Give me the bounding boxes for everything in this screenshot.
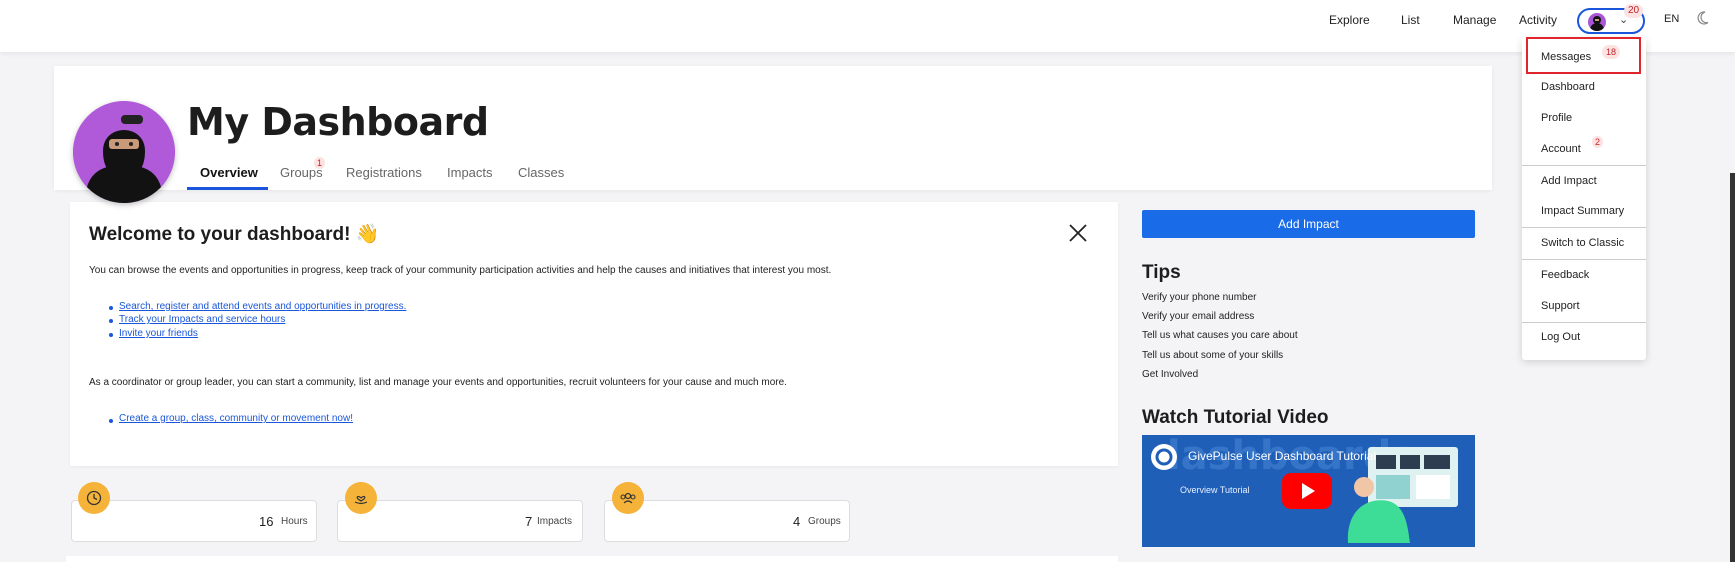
menu-item-dashboard[interactable]: Dashboard (1541, 81, 1595, 93)
tab-impacts[interactable]: Impacts (447, 165, 493, 180)
list-bullet (109, 419, 113, 423)
coordinator-text: As a coordinator or group leader, you ca… (89, 377, 787, 388)
stat-value: 7 (525, 514, 533, 529)
menu-divider (1522, 259, 1646, 260)
content-panel (66, 556, 1118, 562)
messages-highlight-box (1526, 37, 1641, 74)
welcome-title: Welcome to your dashboard! 👋 (89, 224, 380, 245)
language-selector[interactable]: EN (1664, 13, 1679, 25)
stat-value: 16 (259, 514, 274, 529)
page-title: My Dashboard (187, 100, 489, 144)
moon-icon[interactable] (1697, 10, 1713, 26)
tab-classes[interactable]: Classes (518, 165, 564, 180)
tip-item[interactable]: Tell us what causes you care about (1142, 330, 1298, 341)
tab-registrations[interactable]: Registrations (346, 165, 422, 180)
welcome-intro: You can browse the events and opportunit… (89, 265, 832, 276)
menu-item-support[interactable]: Support (1541, 300, 1580, 312)
video-subcaption: Overview Tutorial (1180, 485, 1250, 495)
create-group-link[interactable]: Create a group, class, community or move… (119, 413, 353, 424)
menu-item-logout[interactable]: Log Out (1541, 331, 1580, 343)
profile-avatar (73, 101, 175, 203)
channel-logo-icon (1151, 444, 1177, 470)
stat-value: 4 (793, 514, 801, 529)
clock-icon (78, 482, 110, 514)
nav-activity[interactable]: Activity (1519, 13, 1557, 27)
account-badge: 2 (1592, 136, 1604, 148)
avatar (1588, 13, 1606, 31)
menu-divider (1522, 322, 1646, 323)
tab-overview[interactable]: Overview (200, 165, 258, 180)
nav-manage[interactable]: Manage (1453, 13, 1496, 27)
avatar-figure-icon (1590, 16, 1604, 31)
search-events-link[interactable]: Search, register and attend events and o… (119, 301, 406, 312)
menu-item-profile[interactable]: Profile (1541, 112, 1572, 124)
video-caption: GivePulse User Dashboard Tutorial (1188, 449, 1377, 463)
nav-list[interactable]: List (1401, 13, 1420, 27)
tip-item[interactable]: Tell us about some of your skills (1142, 350, 1283, 361)
nav-explore[interactable]: Explore (1329, 13, 1370, 27)
list-bullet (109, 319, 113, 323)
menu-item-add-impact[interactable]: Add Impact (1541, 175, 1597, 187)
stat-unit: Hours (281, 516, 308, 527)
invite-friends-link[interactable]: Invite your friends (119, 328, 198, 339)
add-impact-button[interactable]: Add Impact (1142, 210, 1475, 238)
tutorial-video[interactable]: dashboards GivePulse User Dashboard Tuto… (1142, 435, 1475, 547)
video-title: Watch Tutorial Video (1142, 407, 1329, 428)
menu-item-feedback[interactable]: Feedback (1541, 269, 1589, 281)
menu-item-account[interactable]: Account (1541, 143, 1581, 155)
messages-badge: 18 (1602, 45, 1621, 59)
group-icon (612, 482, 644, 514)
menu-item-impact-summary[interactable]: Impact Summary (1541, 205, 1624, 217)
tip-item[interactable]: Verify your phone number (1142, 292, 1257, 303)
list-bullet (109, 306, 113, 310)
menu-divider (1522, 165, 1646, 166)
stat-unit: Impacts (537, 516, 573, 527)
tip-item[interactable]: Verify your email address (1142, 311, 1254, 322)
heart-hand-icon (345, 482, 377, 514)
play-button-icon[interactable] (1282, 473, 1332, 509)
tips-title: Tips (1142, 262, 1181, 283)
track-impacts-link[interactable]: Track your Impacts and service hours (119, 314, 285, 325)
stat-unit: Groups (808, 516, 841, 527)
notification-badge: 20 (1624, 4, 1644, 18)
list-bullet (109, 333, 113, 337)
scrollbar[interactable] (1730, 173, 1735, 562)
active-tab-indicator (187, 187, 268, 190)
menu-divider (1522, 227, 1646, 228)
top-navbar: Explore List Manage Activity ⌄ 20 EN (0, 0, 1735, 52)
tip-item[interactable]: Get Involved (1142, 369, 1198, 380)
close-icon[interactable] (1067, 222, 1089, 244)
groups-badge: 1 (314, 157, 326, 169)
menu-item-switch-classic[interactable]: Switch to Classic (1541, 237, 1624, 249)
avatar-figure-icon (73, 101, 175, 203)
